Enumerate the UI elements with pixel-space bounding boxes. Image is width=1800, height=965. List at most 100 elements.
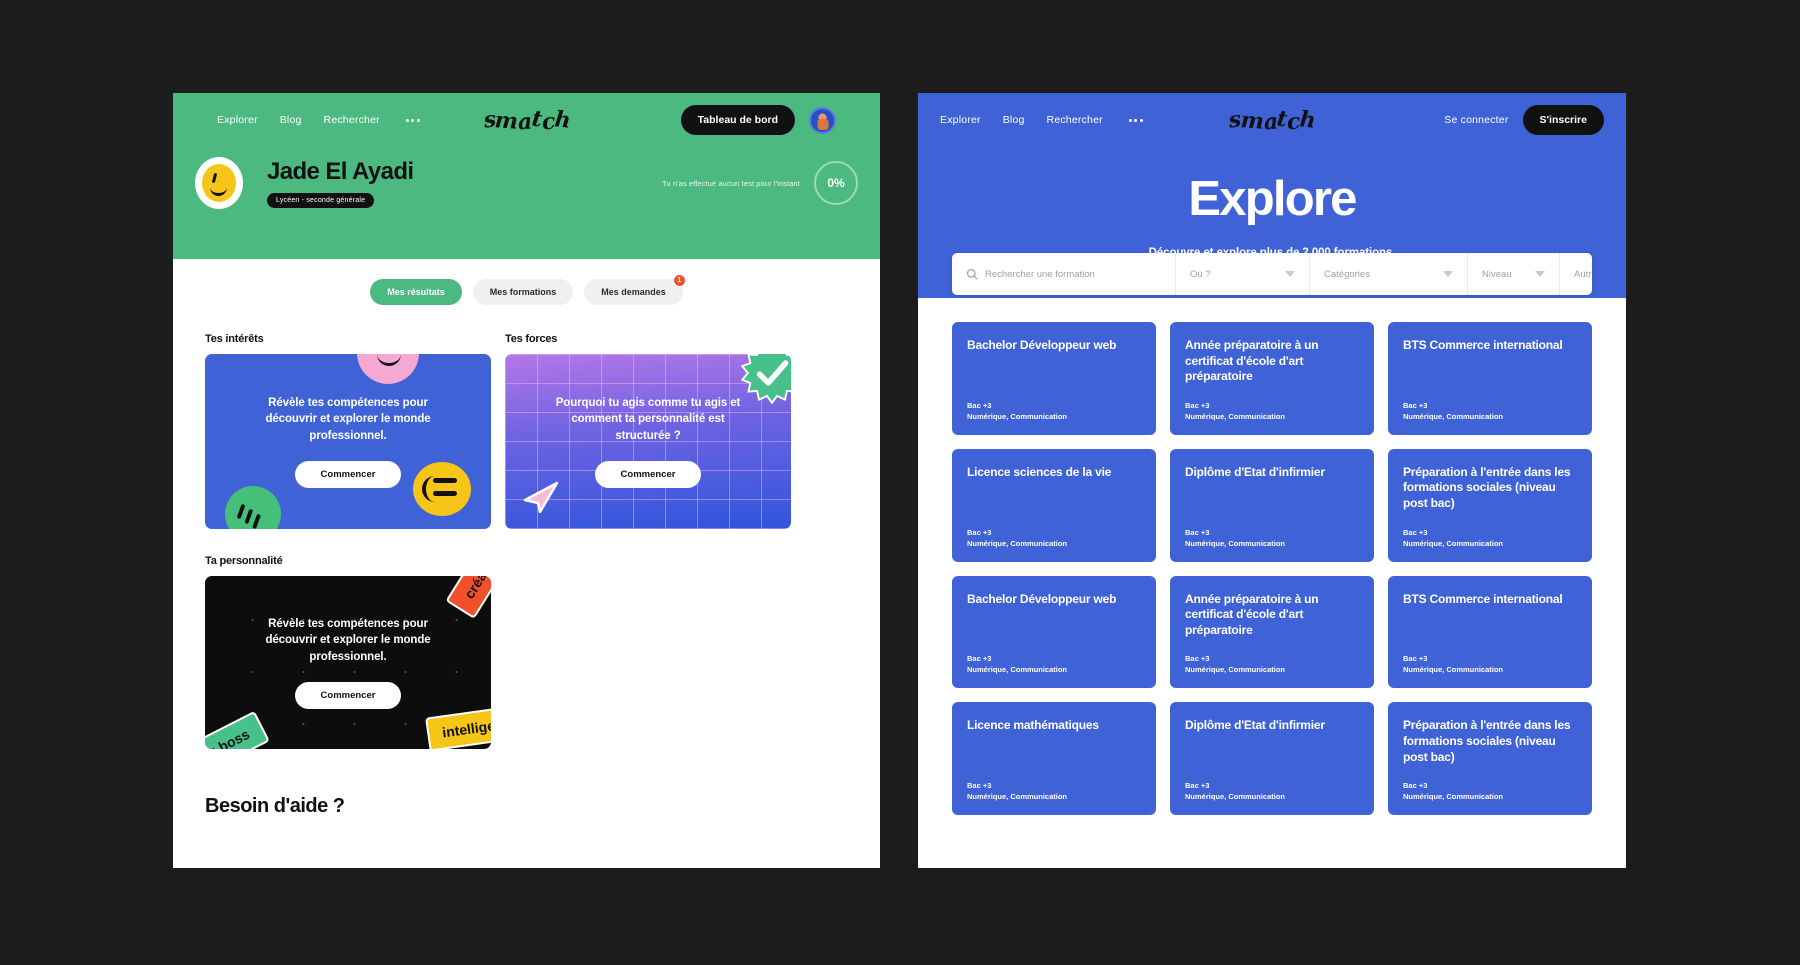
nav-links: Explorer Blog Rechercher	[940, 114, 1143, 126]
interests-card[interactable]: Révèle tes compétences pour découvrir et…	[205, 354, 491, 529]
personality-card-text: Révèle tes compétences pour découvrir et…	[265, 618, 431, 663]
avatar[interactable]	[809, 106, 836, 134]
filter-ou[interactable]: Où ?	[1176, 253, 1310, 295]
tab-mes-resultats[interactable]: Mes résultats	[370, 279, 462, 305]
check-starburst-icon	[741, 354, 791, 404]
formation-card[interactable]: BTS Commerce international Bac +3 Numériqu…	[1388, 575, 1592, 689]
nav-link-explorer[interactable]: Explorer	[217, 114, 258, 126]
formation-results-grid: Bachelor Développeur web Bac +3 Numérique,…	[918, 298, 1626, 816]
formation-card[interactable]: Préparation à l'entrée dans les formatio…	[1388, 448, 1592, 562]
formation-card[interactable]: Licence mathématiques Bac +3 Numérique, Co…	[952, 702, 1156, 816]
formation-card[interactable]: Année préparatoire à un certificat d'éco…	[1170, 575, 1374, 689]
strengths-card-text: Pourquoi tu agis comme tu agis et commen…	[555, 397, 741, 442]
formation-categories: Numérique, Communication	[967, 792, 1068, 802]
formation-level: Bac +3	[1403, 781, 1428, 791]
dashboard-button[interactable]: Tableau de bord	[680, 105, 795, 135]
interests-start-button[interactable]: Commencer	[294, 460, 402, 488]
formation-meta: Bac +3 Numérique, Communication	[1403, 765, 1577, 801]
nav-link-rechercher[interactable]: Rechercher	[324, 114, 380, 126]
formation-meta: Bac +3 Numérique, Communication	[1185, 765, 1359, 801]
formation-categories: Numérique, Communication	[967, 538, 1068, 548]
tab-label: Mes demandes	[601, 287, 666, 297]
explore-hero: Explorer Blog Rechercher smatch Se conne…	[918, 93, 1626, 298]
formation-level: Bac +3	[1185, 400, 1210, 410]
formation-categories: Numérique, Communication	[1185, 792, 1286, 802]
formation-card[interactable]: BTS Commerce international Bac +3 Numériqu…	[1388, 322, 1592, 435]
profile-tabs: Mes résultats Mes formations Mes demande…	[173, 259, 880, 305]
search-placeholder: Rechercher une formation	[985, 268, 1095, 280]
search-input[interactable]: Rechercher une formation	[952, 253, 1176, 295]
formation-title: Préparation à l'entrée dans les formatio…	[1403, 718, 1571, 764]
strengths-start-button[interactable]: Commencer	[594, 460, 702, 488]
explore-window: Explorer Blog Rechercher smatch Se conne…	[918, 93, 1626, 868]
nav-link-blog[interactable]: Blog	[280, 114, 302, 126]
formation-title: Bachelor Développeur web	[967, 338, 1117, 352]
tab-mes-demandes[interactable]: Mes demandes 1	[584, 274, 686, 305]
explore-title: Explore	[1188, 172, 1357, 226]
tab-notification-badge: 1	[672, 274, 686, 287]
chevron-down-icon	[1285, 271, 1295, 277]
formation-card[interactable]: Licence sciences de la vie Bac +3 Numériqu…	[952, 448, 1156, 562]
formation-meta: Bac +3 Numérique, Communication	[967, 512, 1141, 548]
formation-title: Année préparatoire à un certificat d'éco…	[1185, 338, 1319, 384]
formation-title: Diplôme d'Etat d'infirmier	[1185, 718, 1325, 733]
nav-link-explorer[interactable]: Explorer	[940, 114, 981, 126]
nav-link-blog[interactable]: Blog	[1003, 114, 1025, 126]
green-smiley-icon	[225, 486, 281, 529]
ellipsis-icon[interactable]	[1128, 118, 1143, 122]
ellipsis-icon[interactable]	[405, 118, 420, 122]
personality-card[interactable]: créa big boss intelligent Révèle tes com…	[205, 576, 491, 749]
strengths-card[interactable]: Pourquoi tu agis comme tu agis et commen…	[505, 354, 791, 529]
formation-card[interactable]: Année préparatoire à un certificat d'éco…	[1170, 322, 1374, 435]
formation-level: Bac +3	[1403, 527, 1428, 537]
status-badge: Lycéen - seconde générale	[267, 193, 375, 208]
pink-smiley-icon	[357, 354, 419, 384]
section-tes-forces: Tes forces Pourquoi tu agis comme tu agi…	[505, 333, 791, 529]
nav-links: Explorer Blog Rechercher	[217, 114, 420, 126]
formation-level: Bac +3	[1403, 400, 1428, 410]
formation-categories: Numérique, Communication	[967, 665, 1068, 675]
formation-categories: Numérique, Communication	[1403, 411, 1504, 421]
login-link[interactable]: Se connecter	[1444, 114, 1508, 126]
section-heading: Ta personnalité	[205, 555, 283, 567]
formation-level: Bac +3	[967, 400, 992, 410]
profile-sections: Tes intérêts Révèle tes compétences pour…	[173, 305, 880, 749]
formation-card[interactable]: Diplôme d'Etat d'infirmier Bac +3 Numériqu…	[1170, 448, 1374, 562]
section-heading: Tes intérêts	[205, 333, 264, 345]
formation-level: Bac +3	[1185, 654, 1210, 664]
filter-label: Où ?	[1190, 268, 1211, 280]
nav-link-rechercher[interactable]: Rechercher	[1047, 114, 1103, 126]
formation-categories: Numérique, Communication	[1185, 665, 1286, 675]
yellow-smiley-icon	[413, 462, 471, 516]
formation-card[interactable]: Bachelor Développeur web Bac +3 Numérique,…	[952, 322, 1156, 435]
signup-button[interactable]: S'inscrire	[1522, 105, 1604, 135]
formation-categories: Numérique, Communication	[1403, 792, 1504, 802]
formation-title: Bachelor Développeur web	[967, 591, 1117, 606]
brand-logo[interactable]: smatch	[1227, 105, 1316, 135]
formation-categories: Numérique, Communication	[1185, 411, 1286, 421]
profile-hero-row: Jade El Ayadi Lycéen - seconde générale …	[195, 147, 858, 209]
profile-identity: Jade El Ayadi Lycéen - seconde générale	[267, 158, 414, 208]
top-card-row: Tes intérêts Révèle tes compétences pour…	[205, 333, 848, 529]
formation-meta: Bac +3 Numérique, Communication	[1185, 638, 1359, 674]
formation-card[interactable]: Préparation à l'entrée dans les formatio…	[1388, 702, 1592, 816]
formation-meta: Bac +3 Numérique, Communication	[1185, 512, 1359, 548]
formation-card[interactable]: Bachelor Développeur web Bac +3 Numérique,…	[952, 575, 1156, 689]
tab-mes-formations[interactable]: Mes formations	[472, 279, 574, 305]
formation-meta: Bac +3 Numérique, Communication	[967, 765, 1141, 801]
profile-window: Explorer Blog Rechercher smatch Tableau …	[173, 93, 880, 868]
page-title: Jade El Ayadi	[267, 158, 414, 185]
filter-niveau[interactable]: Niveau	[1468, 253, 1560, 295]
nav-actions: Tableau de bord	[680, 105, 836, 135]
formation-card[interactable]: Diplôme d'Etat d'infirmier Bac +3 Numériqu…	[1170, 702, 1374, 816]
chevron-down-icon	[1443, 271, 1453, 277]
brand-logo[interactable]: smatch	[482, 105, 571, 135]
formation-title: Licence sciences de la vie	[967, 464, 1112, 479]
filter-autres[interactable]: Autres	[1560, 253, 1592, 295]
nav-actions: Se connecter S'inscrire	[1444, 105, 1604, 135]
formation-level: Bac +3	[1185, 781, 1210, 791]
filter-categories[interactable]: Catégories	[1310, 253, 1468, 295]
smiley-face-icon	[195, 157, 243, 209]
formation-title: BTS Commerce international	[1403, 591, 1563, 606]
personality-start-button[interactable]: Commencer	[294, 681, 402, 709]
